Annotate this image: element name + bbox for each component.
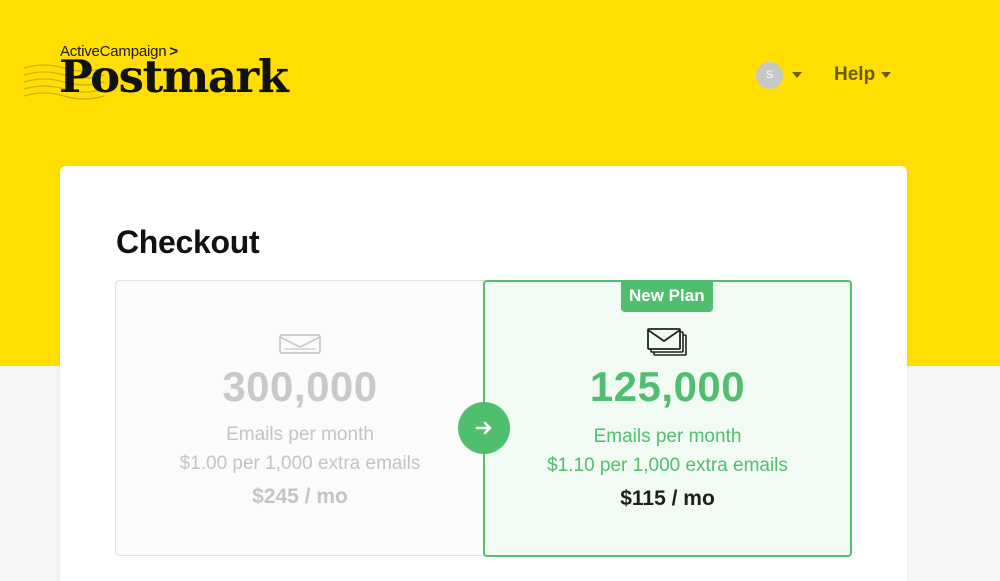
current-plan-extra-rate: $1.00 per 1,000 extra emails	[179, 453, 421, 474]
stacked-envelopes-icon	[646, 328, 687, 356]
current-plan-price: $245 / mo	[252, 485, 348, 508]
new-plan-price: $115 / mo	[620, 487, 715, 510]
current-plan-panel: 300,000 Emails per month $1.00 per 1,000…	[115, 280, 485, 556]
user-menu-toggle[interactable]: S	[756, 60, 802, 90]
checkout-card: Checkout 300,000 Emails per month $1.00 …	[60, 166, 907, 581]
new-plan-unit: Emails per month	[593, 426, 742, 447]
new-plan-emails: 125,000	[589, 363, 746, 410]
postmark-logo[interactable]: ActiveCampaign > Postmark	[22, 40, 322, 110]
chevron-down-icon	[792, 72, 802, 78]
current-plan-unit: Emails per month	[226, 424, 374, 445]
current-plan-emails: 300,000	[222, 363, 378, 410]
postmark-wordmark: Postmark	[59, 50, 289, 103]
new-plan-extra-rate: $1.10 per 1,000 extra emails	[547, 455, 788, 476]
chevron-down-icon	[881, 72, 892, 78]
page-title: Checkout	[116, 224, 260, 260]
avatar: S	[756, 61, 783, 89]
single-envelope-icon	[279, 334, 321, 354]
arrow-right-icon	[475, 421, 492, 435]
help-label: Help	[834, 64, 876, 85]
help-menu-toggle[interactable]: Help	[834, 62, 892, 88]
plan-change-arrow-button[interactable]	[458, 402, 510, 454]
new-plan-panel: New Plan 125,000 Emails per month $1.10 …	[483, 280, 852, 557]
